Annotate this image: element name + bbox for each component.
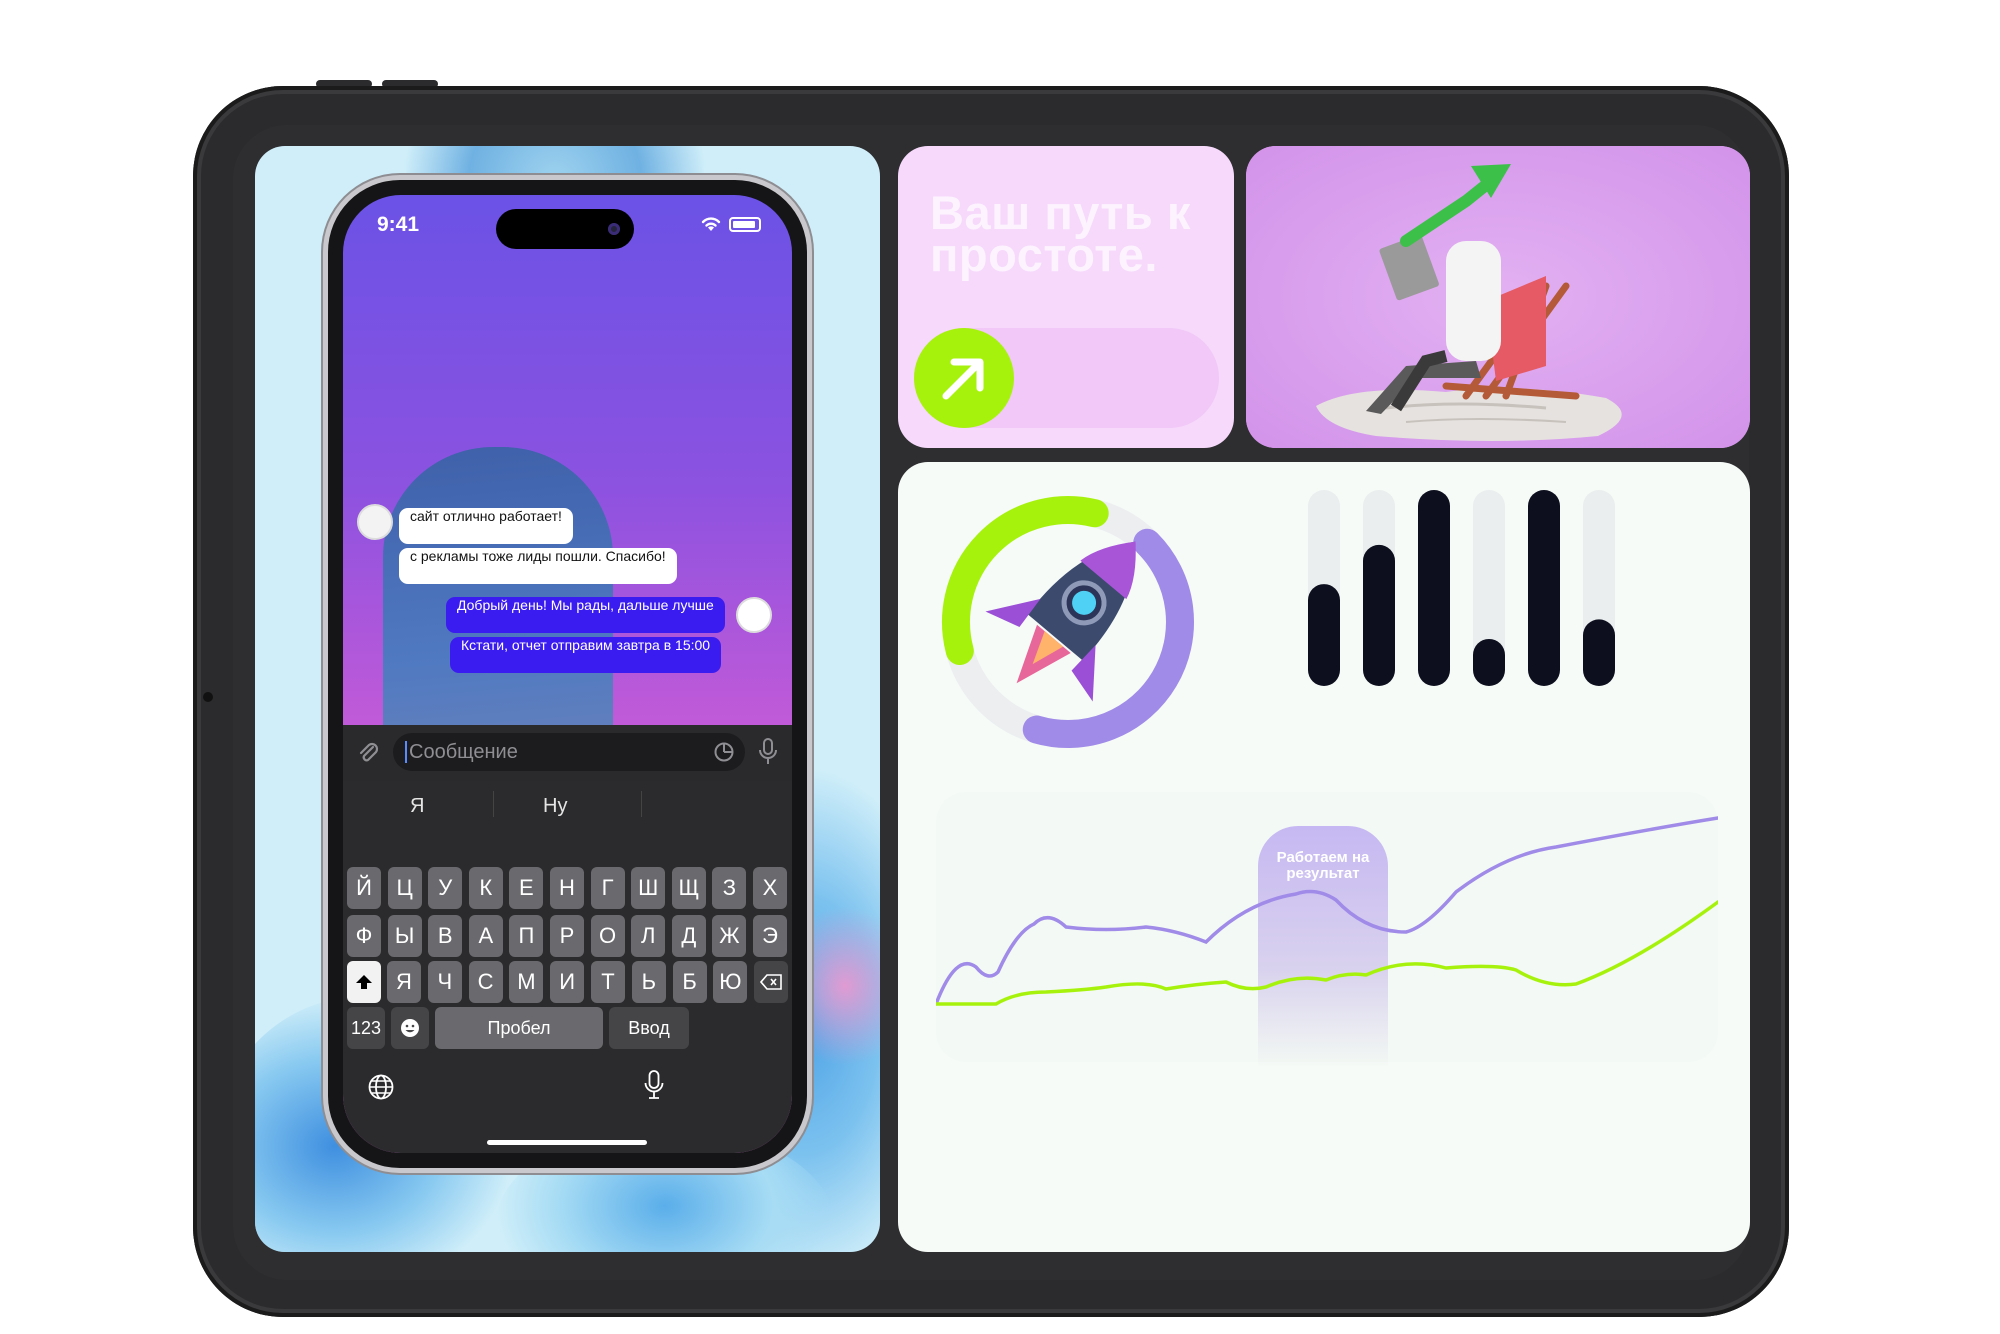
company-avatar[interactable] <box>736 597 772 633</box>
person-body <box>1446 241 1501 361</box>
bar-fill <box>1583 619 1615 686</box>
key-Б[interactable]: Б <box>672 961 707 1003</box>
keyboard-mic-icon[interactable] <box>643 1069 665 1101</box>
phone-screen: 9:41 сайт отлично работает! с рекламы то… <box>343 195 792 1153</box>
key-Я[interactable]: Я <box>387 961 421 1003</box>
arrow-button[interactable] <box>914 328 1014 428</box>
promo-card: Ваш путь к простоте. <box>898 146 1234 448</box>
key-У[interactable]: У <box>428 867 463 909</box>
globe-icon[interactable] <box>367 1073 395 1101</box>
key-Л[interactable]: Л <box>631 915 666 957</box>
key-З[interactable]: З <box>712 867 747 909</box>
dynamic-island <box>496 209 634 249</box>
mic-icon[interactable] <box>757 737 779 767</box>
key-Щ[interactable]: Щ <box>671 867 706 909</box>
key-С[interactable]: С <box>468 961 503 1003</box>
shift-icon <box>356 975 372 989</box>
message-placeholder: Сообщение <box>409 741 518 763</box>
suggestion-2[interactable]: Ну <box>543 795 567 818</box>
shift-key[interactable] <box>347 961 381 1003</box>
key-А[interactable]: А <box>468 915 503 957</box>
key-Т[interactable]: Т <box>591 961 625 1003</box>
collage-card <box>1246 146 1750 448</box>
key-В[interactable]: В <box>428 915 463 957</box>
key-М[interactable]: М <box>509 961 544 1003</box>
key-Ч[interactable]: Ч <box>427 961 462 1003</box>
backspace-icon <box>759 974 782 990</box>
bar-fill <box>1363 544 1395 686</box>
key-Ц[interactable]: Ц <box>387 867 422 909</box>
attach-icon[interactable] <box>355 739 381 765</box>
progress-ring <box>942 496 1194 748</box>
dashboard-card: Работаем на результат <box>898 462 1750 1252</box>
backspace-key[interactable] <box>754 961 788 1003</box>
outgoing-message[interactable]: Кстати, отчет отправим завтра в 15:00 <box>450 637 722 673</box>
key-Х[interactable]: Х <box>753 867 787 909</box>
suggestion-divider <box>641 791 642 817</box>
arrow-up-right-icon <box>942 358 984 400</box>
key-Ь[interactable]: Ь <box>631 961 666 1003</box>
keyboard: Я Ну ЙЦУКЕНГШЩЗХ ФЫВАПРОЛДЖЭ ЯЧСМИТЬБЮ 1… <box>343 781 792 1153</box>
key-Ш[interactable]: Ш <box>631 867 666 909</box>
incoming-message[interactable]: с рекламы тоже лиды пошли. Спасибо! <box>399 548 677 584</box>
battery-icon <box>729 217 761 232</box>
bar-fill <box>1418 490 1450 686</box>
suggestion-1[interactable]: Я <box>410 795 424 818</box>
key-Й[interactable]: Й <box>347 867 381 909</box>
key-Р[interactable]: Р <box>550 915 584 957</box>
key-К[interactable]: К <box>468 867 503 909</box>
key-Н[interactable]: Н <box>550 867 584 909</box>
promo-headline: Ваш путь к простоте. <box>930 186 1191 281</box>
emoji-icon <box>401 1019 419 1037</box>
tablet-camera <box>203 692 213 702</box>
message-input-bar: Сообщение <box>343 725 792 781</box>
outgoing-message[interactable]: Добрый день! Мы рады, дальше лучше <box>446 597 725 633</box>
bar-fill <box>1473 638 1505 686</box>
contact-avatar[interactable] <box>357 504 393 540</box>
key-Г[interactable]: Г <box>590 867 625 909</box>
text-caret <box>405 741 407 763</box>
status-time: 9:41 <box>377 213 420 236</box>
enter-key[interactable]: Ввод <box>609 1007 689 1049</box>
key-Ж[interactable]: Ж <box>712 915 747 957</box>
bar-meter <box>1308 490 1615 686</box>
key-Ф[interactable]: Ф <box>347 915 381 957</box>
key-Ю[interactable]: Ю <box>713 961 748 1003</box>
bar-fill <box>1308 584 1340 686</box>
key-О[interactable]: О <box>590 915 625 957</box>
emoji-key[interactable] <box>391 1007 429 1049</box>
key-Э[interactable]: Э <box>753 915 787 957</box>
key-П[interactable]: П <box>509 915 544 957</box>
line-chart-svg <box>936 816 1718 1006</box>
wifi-icon <box>701 217 721 231</box>
suggestion-divider <box>493 791 494 817</box>
home-indicator <box>487 1140 647 1145</box>
incoming-message[interactable]: сайт отлично работает! <box>399 508 573 544</box>
bar-fill <box>1528 490 1560 686</box>
space-key[interactable]: Пробел <box>435 1007 603 1049</box>
collage-illustration <box>1246 146 1750 448</box>
key-Д[interactable]: Д <box>671 915 706 957</box>
message-field[interactable]: Сообщение <box>393 733 745 771</box>
key-Е[interactable]: Е <box>509 867 544 909</box>
sticker-icon[interactable] <box>713 741 735 763</box>
key-Ы[interactable]: Ы <box>387 915 422 957</box>
numbers-key[interactable]: 123 <box>347 1007 385 1049</box>
camera-icon <box>608 223 620 235</box>
key-И[interactable]: И <box>550 961 585 1003</box>
purple-line <box>936 816 1718 1006</box>
